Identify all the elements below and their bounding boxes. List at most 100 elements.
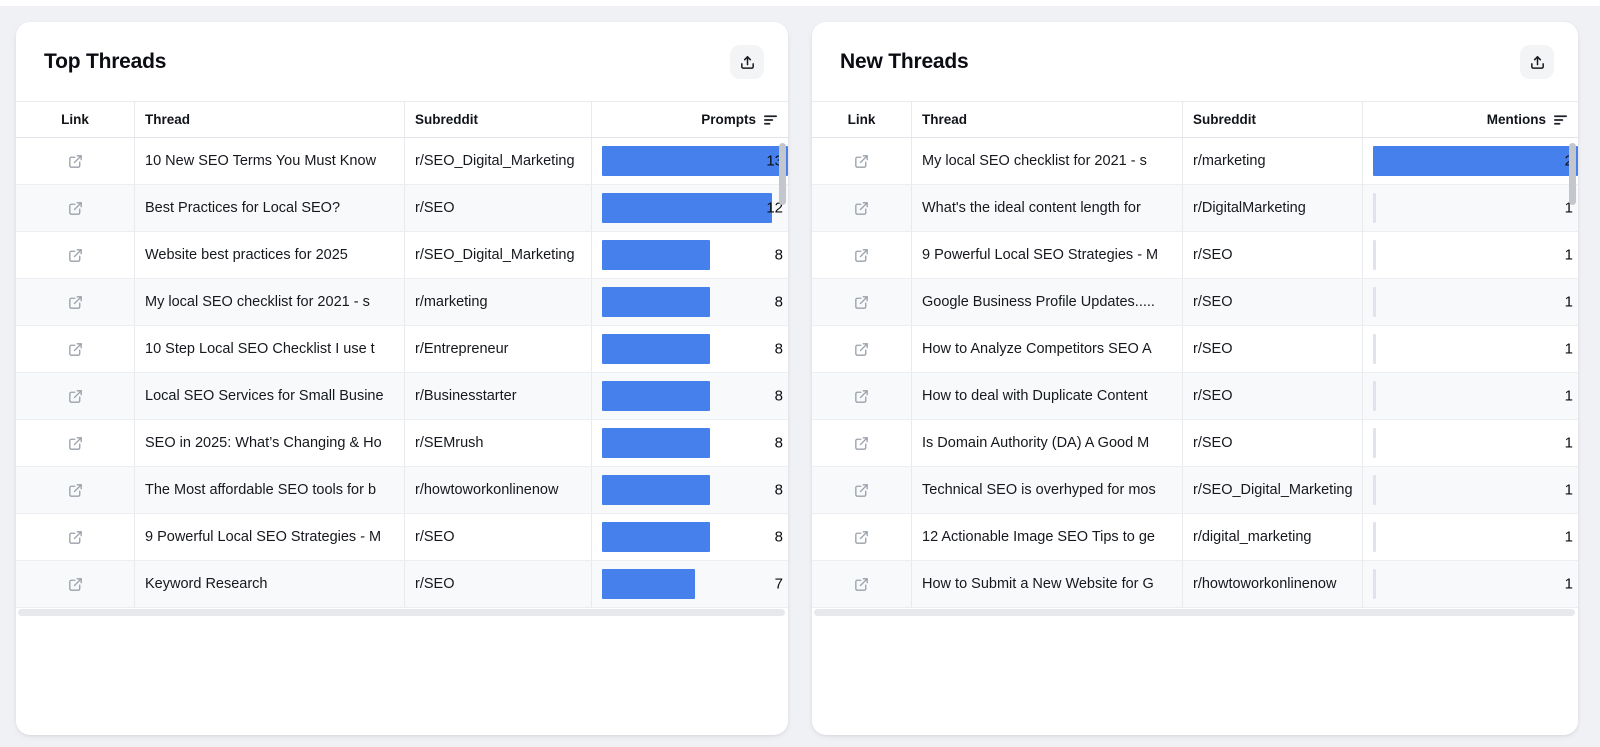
column-header-value-label: Mentions	[1487, 112, 1546, 127]
link-cell[interactable]	[812, 185, 912, 231]
value-number: 7	[775, 576, 783, 593]
value-cell: 1	[1363, 420, 1578, 466]
value-number: 8	[775, 435, 783, 452]
table-row: The Most affordable SEO tools for br/how…	[16, 467, 788, 514]
link-cell[interactable]	[16, 185, 135, 231]
value-number: 1	[1565, 388, 1573, 405]
value-bar	[602, 522, 710, 552]
subreddit-label: r/howtoworkonlinenow	[405, 467, 592, 513]
external-link-icon[interactable]	[67, 200, 84, 217]
link-cell[interactable]	[812, 467, 912, 513]
external-link-icon[interactable]	[67, 294, 84, 311]
value-number: 8	[775, 247, 783, 264]
value-cell: 8	[592, 420, 788, 466]
value-cell: 8	[592, 514, 788, 560]
external-link-icon[interactable]	[67, 435, 84, 452]
subreddit-label: r/SEO	[1183, 232, 1363, 278]
thread-title: Local SEO Services for Small Busine	[135, 373, 405, 419]
external-link-icon[interactable]	[67, 482, 84, 499]
subreddit-label: r/SEO_Digital_Marketing	[405, 138, 592, 184]
link-cell[interactable]	[812, 138, 912, 184]
link-cell[interactable]	[16, 279, 135, 325]
thread-title: Best Practices for Local SEO?	[135, 185, 405, 231]
column-header-value[interactable]: Prompts	[592, 102, 788, 137]
vertical-scrollbar-thumb[interactable]	[1569, 143, 1576, 205]
thread-title: 9 Powerful Local SEO Strategies - M	[135, 514, 405, 560]
external-link-icon[interactable]	[853, 529, 870, 546]
external-link-icon[interactable]	[67, 247, 84, 264]
card-header: Top Threads	[16, 22, 788, 101]
external-link-icon[interactable]	[853, 435, 870, 452]
value-cell: 1	[1363, 326, 1578, 372]
link-cell[interactable]	[812, 420, 912, 466]
column-header-value[interactable]: Mentions	[1363, 102, 1578, 137]
external-link-icon[interactable]	[67, 388, 84, 405]
external-link-icon[interactable]	[853, 247, 870, 264]
export-button[interactable]	[1520, 45, 1554, 79]
external-link-icon[interactable]	[67, 341, 84, 358]
thread-title: My local SEO checklist for 2021 - s	[135, 279, 405, 325]
external-link-icon[interactable]	[853, 153, 870, 170]
link-cell[interactable]	[812, 232, 912, 278]
link-cell[interactable]	[16, 326, 135, 372]
vertical-scrollbar-thumb[interactable]	[779, 143, 786, 205]
horizontal-scrollbar-thumb[interactable]	[814, 609, 1575, 616]
new-threads-card: New Threads Link Thread Subreddit Mentio…	[812, 22, 1578, 735]
value-bar	[1373, 287, 1376, 317]
external-link-icon[interactable]	[853, 341, 870, 358]
thread-title: Google Business Profile Updates.....	[912, 279, 1183, 325]
column-header-link: Link	[812, 102, 912, 137]
subreddit-label: r/SEMrush	[405, 420, 592, 466]
table-row: Keyword Researchr/SEO7	[16, 561, 788, 608]
external-link-icon[interactable]	[853, 294, 870, 311]
link-cell[interactable]	[16, 514, 135, 560]
column-header-link: Link	[16, 102, 135, 137]
table-row: Website best practices for 2025r/SEO_Dig…	[16, 232, 788, 279]
subreddit-label: r/SEO	[405, 514, 592, 560]
external-link-icon[interactable]	[853, 482, 870, 499]
value-bar	[602, 334, 710, 364]
subreddit-label: r/SEO_Digital_Marketing	[405, 232, 592, 278]
value-number: 1	[1565, 529, 1573, 546]
sort-descending-icon[interactable]	[1553, 112, 1568, 127]
link-cell[interactable]	[16, 373, 135, 419]
value-cell: 1	[1363, 232, 1578, 278]
external-link-icon[interactable]	[853, 388, 870, 405]
link-cell[interactable]	[812, 326, 912, 372]
sort-descending-icon[interactable]	[763, 112, 778, 127]
value-bar	[1373, 193, 1376, 223]
table-row: My local SEO checklist for 2021 - sr/mar…	[812, 138, 1578, 185]
link-cell[interactable]	[812, 373, 912, 419]
link-cell[interactable]	[812, 514, 912, 560]
external-link-icon[interactable]	[853, 200, 870, 217]
table-header-row: Link Thread Subreddit Mentions	[812, 101, 1578, 138]
value-bar	[602, 428, 710, 458]
external-link-icon[interactable]	[853, 576, 870, 593]
value-cell: 1	[1363, 185, 1578, 231]
link-cell[interactable]	[16, 467, 135, 513]
export-button[interactable]	[730, 45, 764, 79]
value-number: 8	[775, 529, 783, 546]
link-cell[interactable]	[812, 279, 912, 325]
value-number: 8	[775, 482, 783, 499]
value-bar	[1373, 334, 1376, 364]
upload-tray-icon	[1529, 54, 1546, 71]
external-link-icon[interactable]	[67, 576, 84, 593]
thread-title: 12 Actionable Image SEO Tips to ge	[912, 514, 1183, 560]
table: Link Thread Subreddit Prompts 10 New SEO…	[16, 101, 788, 618]
value-number: 8	[775, 294, 783, 311]
link-cell[interactable]	[16, 420, 135, 466]
horizontal-scrollbar-thumb[interactable]	[18, 609, 785, 616]
value-bar	[602, 381, 710, 411]
value-bar	[1373, 569, 1376, 599]
table-row: SEO in 2025: What’s Changing & Hor/SEMru…	[16, 420, 788, 467]
value-bar	[1373, 146, 1578, 176]
link-cell[interactable]	[16, 232, 135, 278]
thread-title: The Most affordable SEO tools for b	[135, 467, 405, 513]
link-cell[interactable]	[16, 561, 135, 607]
external-link-icon[interactable]	[67, 529, 84, 546]
link-cell[interactable]	[812, 561, 912, 607]
external-link-icon[interactable]	[67, 153, 84, 170]
link-cell[interactable]	[16, 138, 135, 184]
value-cell: 1	[1363, 467, 1578, 513]
